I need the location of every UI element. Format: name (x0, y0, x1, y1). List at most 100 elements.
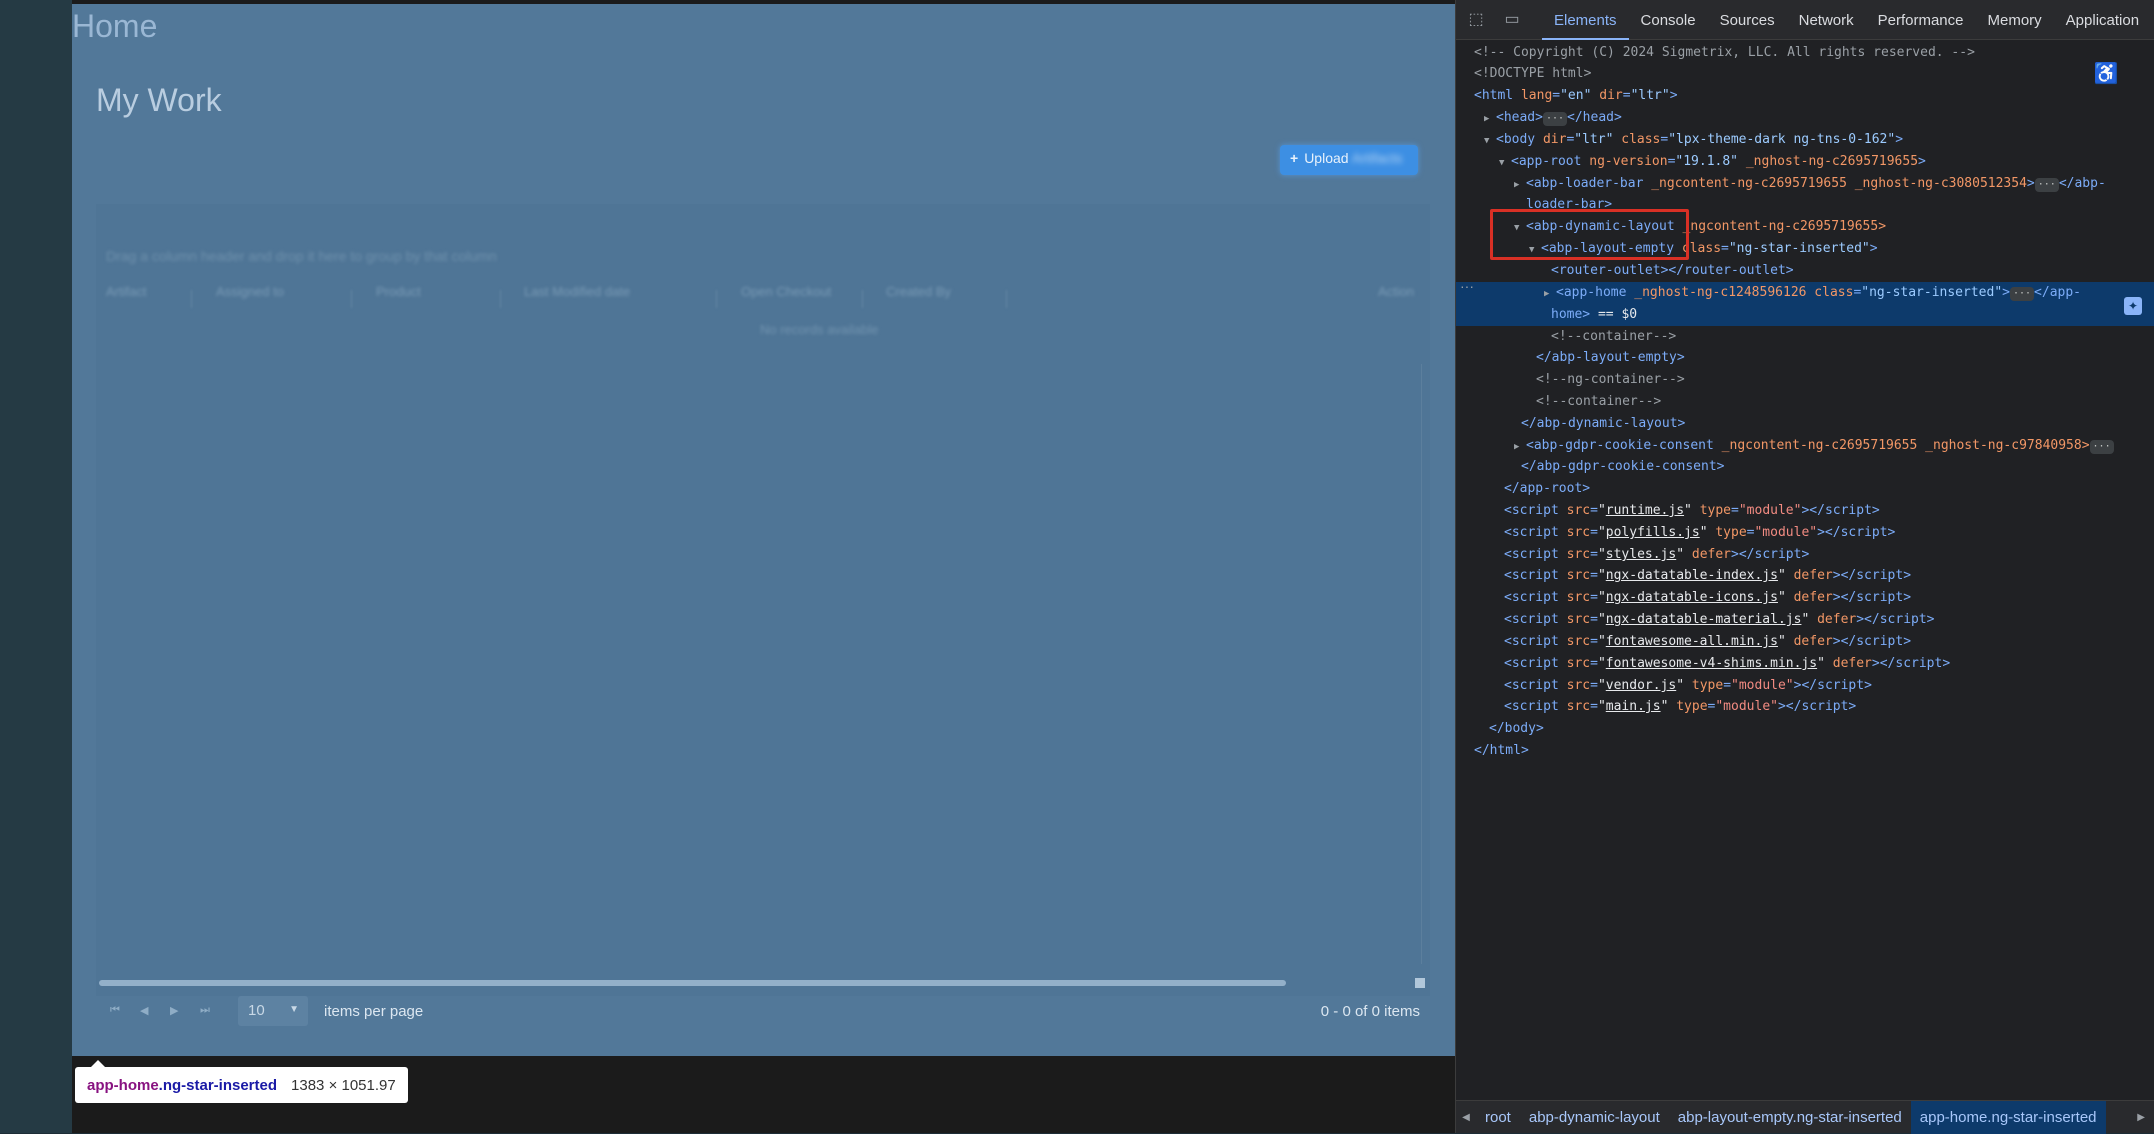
tree-node-script[interactable]: <script src="ngx-datatable-index.js" def… (1456, 565, 2154, 587)
tree-node-script[interactable]: <script src="ngx-datatable-icons.js" def… (1456, 587, 2154, 609)
element-inspect-tooltip: app-home .ng-star-inserted 1383 × 1051.97 (75, 1060, 408, 1103)
tree-node[interactable]: </body> (1456, 718, 2154, 740)
column-separator[interactable] (1006, 290, 1007, 308)
plus-icon: + (1290, 150, 1299, 166)
inspect-element-icon[interactable]: ⬚ (1466, 10, 1486, 30)
expand-arrow-icon: ▶ (1514, 180, 1520, 190)
tree-node[interactable]: ▼ <body dir="ltr" class="lpx-theme-dark n… (1456, 129, 2154, 151)
ellipsis-icon: ··· (1542, 112, 1568, 126)
left-strip (0, 0, 72, 1133)
app-home-page: Home My Work + Upload Artifacts Drag a co… (72, 4, 1455, 1056)
tab-console[interactable]: Console (1629, 0, 1708, 40)
tree-node-script[interactable]: <script src="polyfills.js" type="module"… (1456, 522, 2154, 544)
annotation-highlight-box (1490, 209, 1689, 260)
ai-assist-icon[interactable]: ✦ (2124, 297, 2142, 315)
scroll-right-icon[interactable]: ▶ (2137, 1112, 2145, 1123)
tree-node-script[interactable]: <script src="fontawesome-v4-shims.min.js… (1456, 653, 2154, 675)
tree-node[interactable]: ▼ <app-root ng-version="19.1.8" _nghost-n… (1456, 151, 2154, 173)
devtools-breadcrumb: ◀ root abp-dynamic-layout abp-layout-emp… (1456, 1100, 2154, 1134)
first-page-icon[interactable]: ⏮ (110, 1004, 120, 1017)
upload-button[interactable]: + Upload Artifacts (1280, 145, 1418, 175)
tree-node-script[interactable]: <script src="fontawesome-all.min.js" def… (1456, 631, 2154, 653)
tree-node[interactable]: <!--container--> (1456, 326, 2154, 348)
tree-node[interactable]: ▶ <abp-loader-bar _ngcontent-ng-c26957196… (1456, 173, 2154, 195)
tree-node[interactable]: <!--ng-container--> (1456, 369, 2154, 391)
tree-node[interactable]: <!DOCTYPE html> (1456, 63, 2154, 85)
column-header[interactable]: Action (1378, 284, 1414, 299)
tooltip-tag: app-home (87, 1076, 159, 1094)
more-actions-icon[interactable]: ··· (1460, 278, 1474, 294)
column-header[interactable]: Artifact (106, 284, 146, 299)
tab-network[interactable]: Network (1787, 0, 1866, 40)
tree-node[interactable]: </abp-dynamic-layout> (1456, 413, 2154, 435)
column-header[interactable]: Assigned to (216, 284, 284, 299)
items-per-page-label: items per page (324, 1003, 424, 1020)
column-separator[interactable] (716, 290, 717, 308)
my-work-card: Drag a column header and drop it here to… (96, 204, 1430, 996)
tree-node[interactable]: </html> (1456, 740, 2154, 762)
section-title: My Work (96, 82, 222, 118)
tree-node[interactable]: <!--container--> (1456, 391, 2154, 413)
page-title: Home (72, 8, 158, 44)
tooltip-class: .ng-star-inserted (158, 1076, 278, 1094)
last-page-icon[interactable]: ⏭ (200, 1004, 210, 1017)
tree-node[interactable]: <!-- Copyright (C) 2024 Sigmetrix, LLC. … (1456, 42, 2154, 64)
column-header[interactable]: Created By (886, 284, 951, 299)
tab-elements[interactable]: Elements (1542, 0, 1629, 40)
tab-performance[interactable]: Performance (1866, 0, 1976, 40)
group-by-hint: Drag a column header and drop it here to… (106, 248, 497, 264)
scroll-left-icon[interactable]: ◀ (1456, 1112, 1476, 1123)
tree-node[interactable]: </app-root> (1456, 478, 2154, 500)
breadcrumb-item-active[interactable]: app-home.ng-star-inserted (1910, 1100, 2106, 1134)
tree-node[interactable]: <html lang="en" dir="ltr"> (1456, 85, 2154, 107)
device-toolbar-icon[interactable]: ▭ (1502, 10, 1522, 30)
page-size-select[interactable]: 10 ▼ (238, 996, 308, 1026)
horizontal-scrollbar[interactable] (99, 980, 1286, 986)
tree-node[interactable]: </abp-layout-empty> (1456, 347, 2154, 369)
app-viewport: Home My Work + Upload Artifacts Drag a co… (72, 0, 1455, 1133)
next-page-icon[interactable]: ▶ (170, 1004, 178, 1017)
empty-table-message: No records available (760, 322, 879, 337)
tree-node[interactable]: ▶ <abp-gdpr-cookie-consent _ngcontent-ng-… (1456, 435, 2154, 457)
breadcrumb-item[interactable]: abp-layout-empty.ng-star-inserted (1669, 1101, 1911, 1134)
tree-node-script[interactable]: <script src="main.js" type="module"></sc… (1456, 696, 2154, 718)
expand-arrow-icon: ▶ (1484, 114, 1490, 124)
accessibility-icon[interactable]: ♿ (2092, 60, 2120, 88)
pager: ⏮ ◀ ▶ ⏭ 10 ▼ items per page 0 - 0 of 0 i… (96, 996, 1430, 1030)
prev-page-icon[interactable]: ◀ (140, 1004, 148, 1017)
tab-sources[interactable]: Sources (1708, 0, 1787, 40)
column-header[interactable]: Last Modified date (524, 284, 630, 299)
tree-node-continuation: </abp-gdpr-cookie-consent> (1521, 459, 1725, 474)
tree-node[interactable]: ▶ <head> ··· </head> (1456, 107, 2154, 129)
column-header[interactable]: Open Checkout (741, 284, 831, 299)
tree-node-script[interactable]: <script src="styles.js" defer></script> (1456, 544, 2154, 566)
upload-label: Upload (1304, 150, 1349, 166)
chevron-down-icon: ▼ (289, 1004, 299, 1015)
tab-application[interactable]: Application (2054, 0, 2151, 40)
tree-node[interactable]: <router-outlet></router-outlet> (1456, 260, 2154, 282)
expand-arrow-icon: ▶ (1514, 442, 1520, 452)
page-size-value: 10 (248, 1002, 265, 1019)
column-separator[interactable] (500, 290, 501, 308)
tree-node-selected[interactable]: ▶ <app-home _nghost-ng-c1248596126 class=… (1456, 282, 2154, 304)
table-header: Artifact Assigned to Product Last Modifi… (96, 284, 1430, 314)
breadcrumb-item[interactable]: abp-dynamic-layout (1520, 1101, 1669, 1134)
devtools-toolbar: ⬚ ▭ Elements Console Sources Network Per… (1456, 0, 2154, 40)
column-separator[interactable] (191, 290, 192, 308)
tree-node-script[interactable]: <script src="runtime.js" type="module"><… (1456, 500, 2154, 522)
expand-arrow-icon: ▶ (1544, 289, 1550, 299)
tab-memory[interactable]: Memory (1976, 0, 2054, 40)
table-border (1421, 364, 1422, 964)
tree-node-script[interactable]: <script src="vendor.js" type="module"></… (1456, 675, 2154, 697)
items-range: 0 - 0 of 0 items (1320, 1003, 1420, 1020)
scrollbar-corner (1415, 978, 1425, 988)
column-separator[interactable] (351, 290, 352, 308)
breadcrumb-item[interactable]: root (1476, 1101, 1520, 1134)
ellipsis-icon: ··· (2009, 287, 2035, 301)
column-separator[interactable] (862, 290, 863, 308)
column-header[interactable]: Product (376, 284, 421, 299)
ellipsis-icon: ··· (2034, 178, 2059, 192)
tree-node-script[interactable]: <script src="ngx-datatable-material.js" … (1456, 609, 2154, 631)
collapse-arrow-icon: ▼ (1499, 158, 1505, 168)
ellipsis-icon: ··· (2089, 440, 2114, 454)
